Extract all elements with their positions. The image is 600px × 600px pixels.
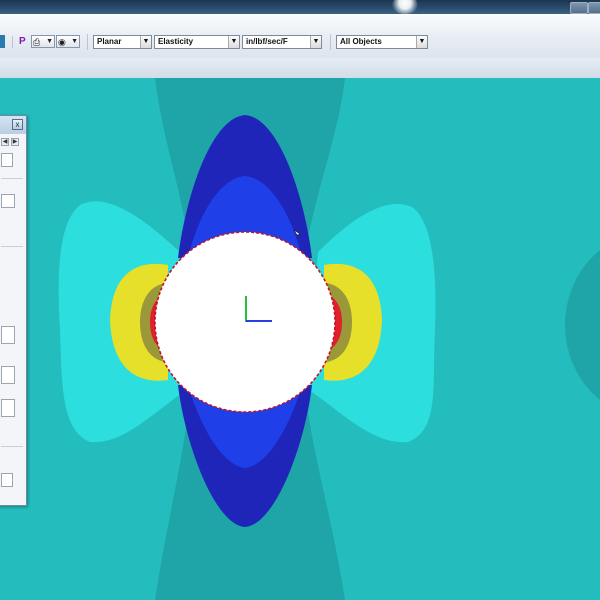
units-value: in/lbf/sec/F xyxy=(246,37,288,46)
panel-field[interactable] xyxy=(1,326,15,344)
material-model-value: Elasticity xyxy=(158,37,194,46)
side-properties-panel: x ◀ ▶ xyxy=(0,115,27,506)
minimize-icon[interactable] xyxy=(570,2,588,14)
units-select[interactable]: in/lbf/sec/F ▼ xyxy=(242,35,322,49)
panel-field[interactable] xyxy=(1,399,15,417)
panel-header: x xyxy=(0,116,26,134)
panel-divider xyxy=(1,446,23,447)
tab-left-arrow-icon[interactable]: ◀ xyxy=(1,138,9,146)
chevron-down-icon: ▼ xyxy=(71,38,78,45)
print-dropdown-button[interactable]: ⎙ ▼ xyxy=(31,35,55,48)
printer-icon: ⎙ xyxy=(33,37,41,47)
p-tool-button[interactable]: P xyxy=(19,35,26,48)
panel-dropdown[interactable] xyxy=(1,194,15,208)
chevron-down-icon: ▼ xyxy=(416,36,427,48)
toolbar-separator xyxy=(87,34,88,50)
camera-dropdown-button[interactable]: ◉ ▼ xyxy=(56,35,80,48)
toolbar-separator xyxy=(12,36,13,48)
panel-divider xyxy=(1,246,23,247)
analysis-type-value: Planar xyxy=(97,37,122,46)
panel-button[interactable] xyxy=(1,473,13,487)
close-icon[interactable]: x xyxy=(12,119,23,130)
tab-right-arrow-icon[interactable]: ▶ xyxy=(11,138,19,146)
objects-filter-select[interactable]: All Objects ▼ xyxy=(336,35,428,49)
toolbar-tool-fragment[interactable] xyxy=(0,35,5,48)
panel-field[interactable] xyxy=(1,153,13,167)
maximize-icon[interactable] xyxy=(588,2,600,14)
chevron-down-icon: ▼ xyxy=(310,36,321,48)
chevron-down-icon: ▼ xyxy=(140,36,151,48)
chevron-down-icon: ▼ xyxy=(46,38,53,45)
material-model-select[interactable]: Elasticity ▼ xyxy=(154,35,240,49)
window-orb xyxy=(392,0,418,14)
secondary-toolbar xyxy=(0,58,600,79)
panel-divider xyxy=(1,178,23,179)
objects-filter-value: All Objects xyxy=(340,37,382,46)
toolbar-separator xyxy=(330,34,331,50)
panel-field[interactable] xyxy=(1,366,15,384)
contour-plot-viewport[interactable] xyxy=(0,78,600,600)
chevron-down-icon: ▼ xyxy=(228,36,239,48)
title-bar xyxy=(0,0,600,14)
camera-icon: ◉ xyxy=(58,37,66,47)
toolbar: P ⎙ ▼ ◉ ▼ Planar ▼ Elasticity ▼ in/lbf/s… xyxy=(0,14,600,59)
analysis-type-select[interactable]: Planar ▼ xyxy=(93,35,152,49)
